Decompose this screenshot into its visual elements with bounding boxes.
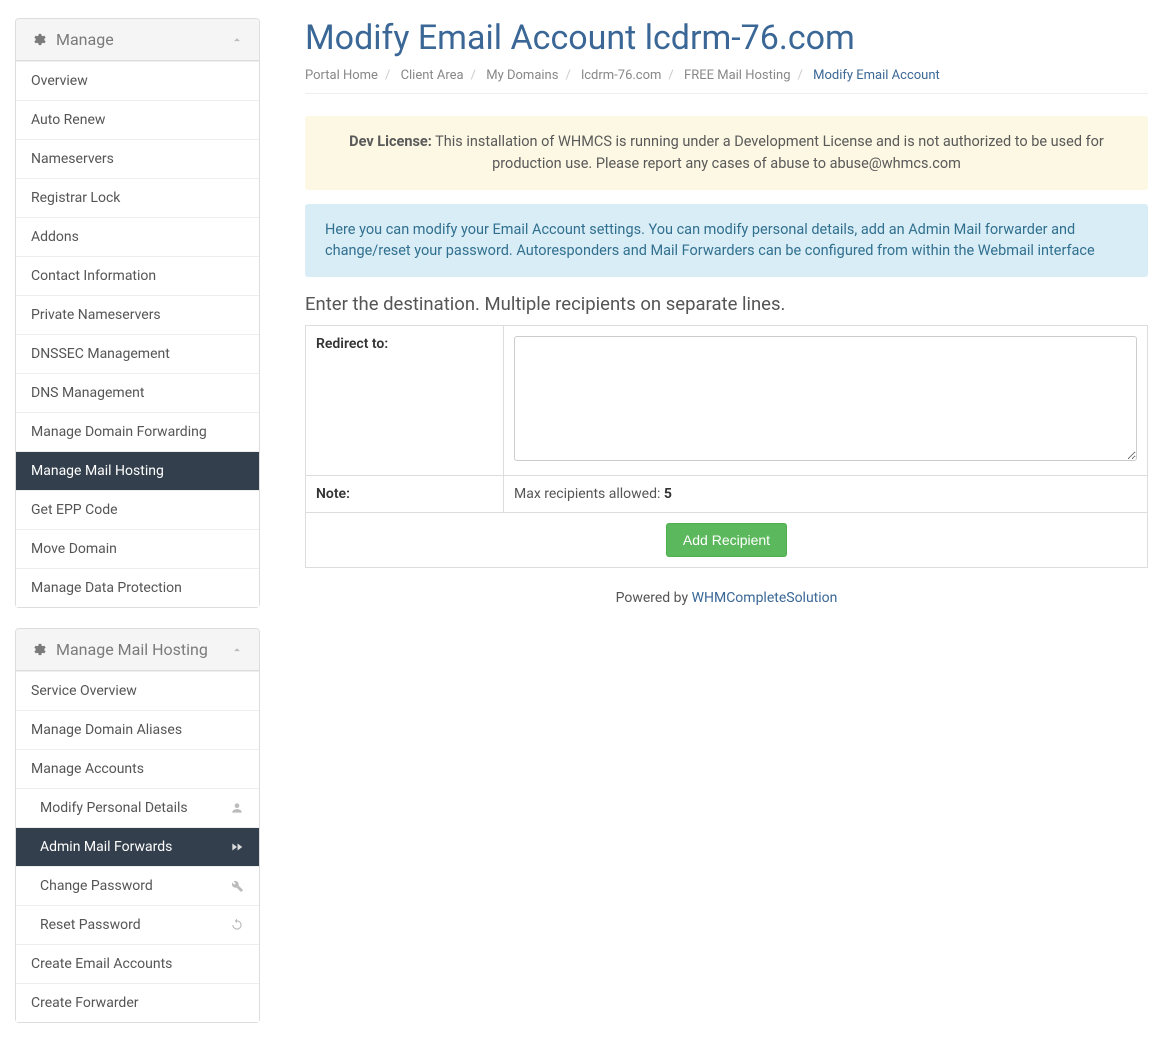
page-title: Modify Email Account lcdrm-76.com <box>305 18 1148 58</box>
breadcrumb-domain[interactable]: lcdrm-76.com <box>581 68 661 83</box>
sidebar-item-overview[interactable]: Overview <box>16 61 259 100</box>
sidebar-item-private-nameservers[interactable]: Private Nameservers <box>16 295 259 334</box>
sidebar-item-addons[interactable]: Addons <box>16 217 259 256</box>
section-label: Enter the destination. Multiple recipien… <box>305 293 1148 315</box>
sidebar: Manage Overview Auto Renew Nameservers R… <box>0 0 275 1043</box>
redirect-input[interactable] <box>514 336 1137 461</box>
alert-info: Here you can modify your Email Account s… <box>305 204 1148 278</box>
sidebar-item-service-overview[interactable]: Service Overview <box>16 671 259 710</box>
alert-dev-license-text: This installation of WHMCS is running un… <box>432 133 1104 172</box>
add-recipient-button[interactable]: Add Recipient <box>666 523 787 557</box>
breadcrumb-portal-home[interactable]: Portal Home <box>305 68 378 83</box>
sidebar-item-registrar-lock[interactable]: Registrar Lock <box>16 178 259 217</box>
sidebar-item-reset-password[interactable]: Reset Password <box>16 905 259 944</box>
form-table: Redirect to: Note: Max recipients allowe… <box>305 325 1148 568</box>
breadcrumb-free-mail-hosting[interactable]: FREE Mail Hosting <box>684 68 790 83</box>
panel-manage: Manage Overview Auto Renew Nameservers R… <box>15 18 260 608</box>
note-value: Max recipients allowed: 5 <box>504 476 1148 513</box>
refresh-icon <box>230 918 244 932</box>
sidebar-item-change-password[interactable]: Change Password <box>16 866 259 905</box>
main-content: Modify Email Account lcdrm-76.com Portal… <box>275 0 1170 1043</box>
panel-mail-hosting: Manage Mail Hosting Service Overview Man… <box>15 628 260 1023</box>
note-label: Note: <box>306 476 504 513</box>
sidebar-item-create-forwarder[interactable]: Create Forwarder <box>16 983 259 1022</box>
cog-icon <box>31 32 46 47</box>
alert-info-text: Here you can modify your Email Account s… <box>325 221 1095 260</box>
wrench-icon <box>230 879 244 893</box>
breadcrumb: Portal Home/ Client Area/ My Domains/ lc… <box>305 68 1148 94</box>
breadcrumb-my-domains[interactable]: My Domains <box>486 68 558 83</box>
panel-header-manage[interactable]: Manage <box>16 19 259 61</box>
sidebar-item-get-epp-code[interactable]: Get EPP Code <box>16 490 259 529</box>
breadcrumb-client-area[interactable]: Client Area <box>401 68 464 83</box>
panel-title-mail-hosting: Manage Mail Hosting <box>56 640 208 659</box>
breadcrumb-current: Modify Email Account <box>813 68 940 83</box>
sidebar-item-manage-data-protection[interactable]: Manage Data Protection <box>16 568 259 607</box>
powered-by: Powered by WHMCompleteSolution <box>305 590 1148 606</box>
redirect-label: Redirect to: <box>306 326 504 476</box>
sidebar-item-manage-accounts[interactable]: Manage Accounts <box>16 749 259 788</box>
cog-icon <box>31 642 46 657</box>
powered-by-link[interactable]: WHMCompleteSolution <box>692 590 838 606</box>
sidebar-item-manage-mail-hosting[interactable]: Manage Mail Hosting <box>16 451 259 490</box>
sidebar-item-manage-domain-forwarding[interactable]: Manage Domain Forwarding <box>16 412 259 451</box>
alert-dev-license: Dev License: This installation of WHMCS … <box>305 116 1148 190</box>
sidebar-item-move-domain[interactable]: Move Domain <box>16 529 259 568</box>
sidebar-item-contact-information[interactable]: Contact Information <box>16 256 259 295</box>
sidebar-item-admin-mail-forwards[interactable]: Admin Mail Forwards <box>16 827 259 866</box>
alert-dev-license-bold: Dev License: <box>349 133 432 150</box>
sidebar-item-nameservers[interactable]: Nameservers <box>16 139 259 178</box>
sidebar-item-dnssec-management[interactable]: DNSSEC Management <box>16 334 259 373</box>
chevron-up-icon <box>230 643 244 657</box>
sidebar-item-auto-renew[interactable]: Auto Renew <box>16 100 259 139</box>
sidebar-item-create-email-accounts[interactable]: Create Email Accounts <box>16 944 259 983</box>
sidebar-item-manage-domain-aliases[interactable]: Manage Domain Aliases <box>16 710 259 749</box>
panel-title-manage: Manage <box>56 30 114 49</box>
sidebar-item-dns-management[interactable]: DNS Management <box>16 373 259 412</box>
forward-icon <box>230 840 244 854</box>
chevron-up-icon <box>230 33 244 47</box>
sidebar-item-modify-personal-details[interactable]: Modify Personal Details <box>16 788 259 827</box>
user-icon <box>230 801 244 815</box>
panel-header-mail-hosting[interactable]: Manage Mail Hosting <box>16 629 259 671</box>
